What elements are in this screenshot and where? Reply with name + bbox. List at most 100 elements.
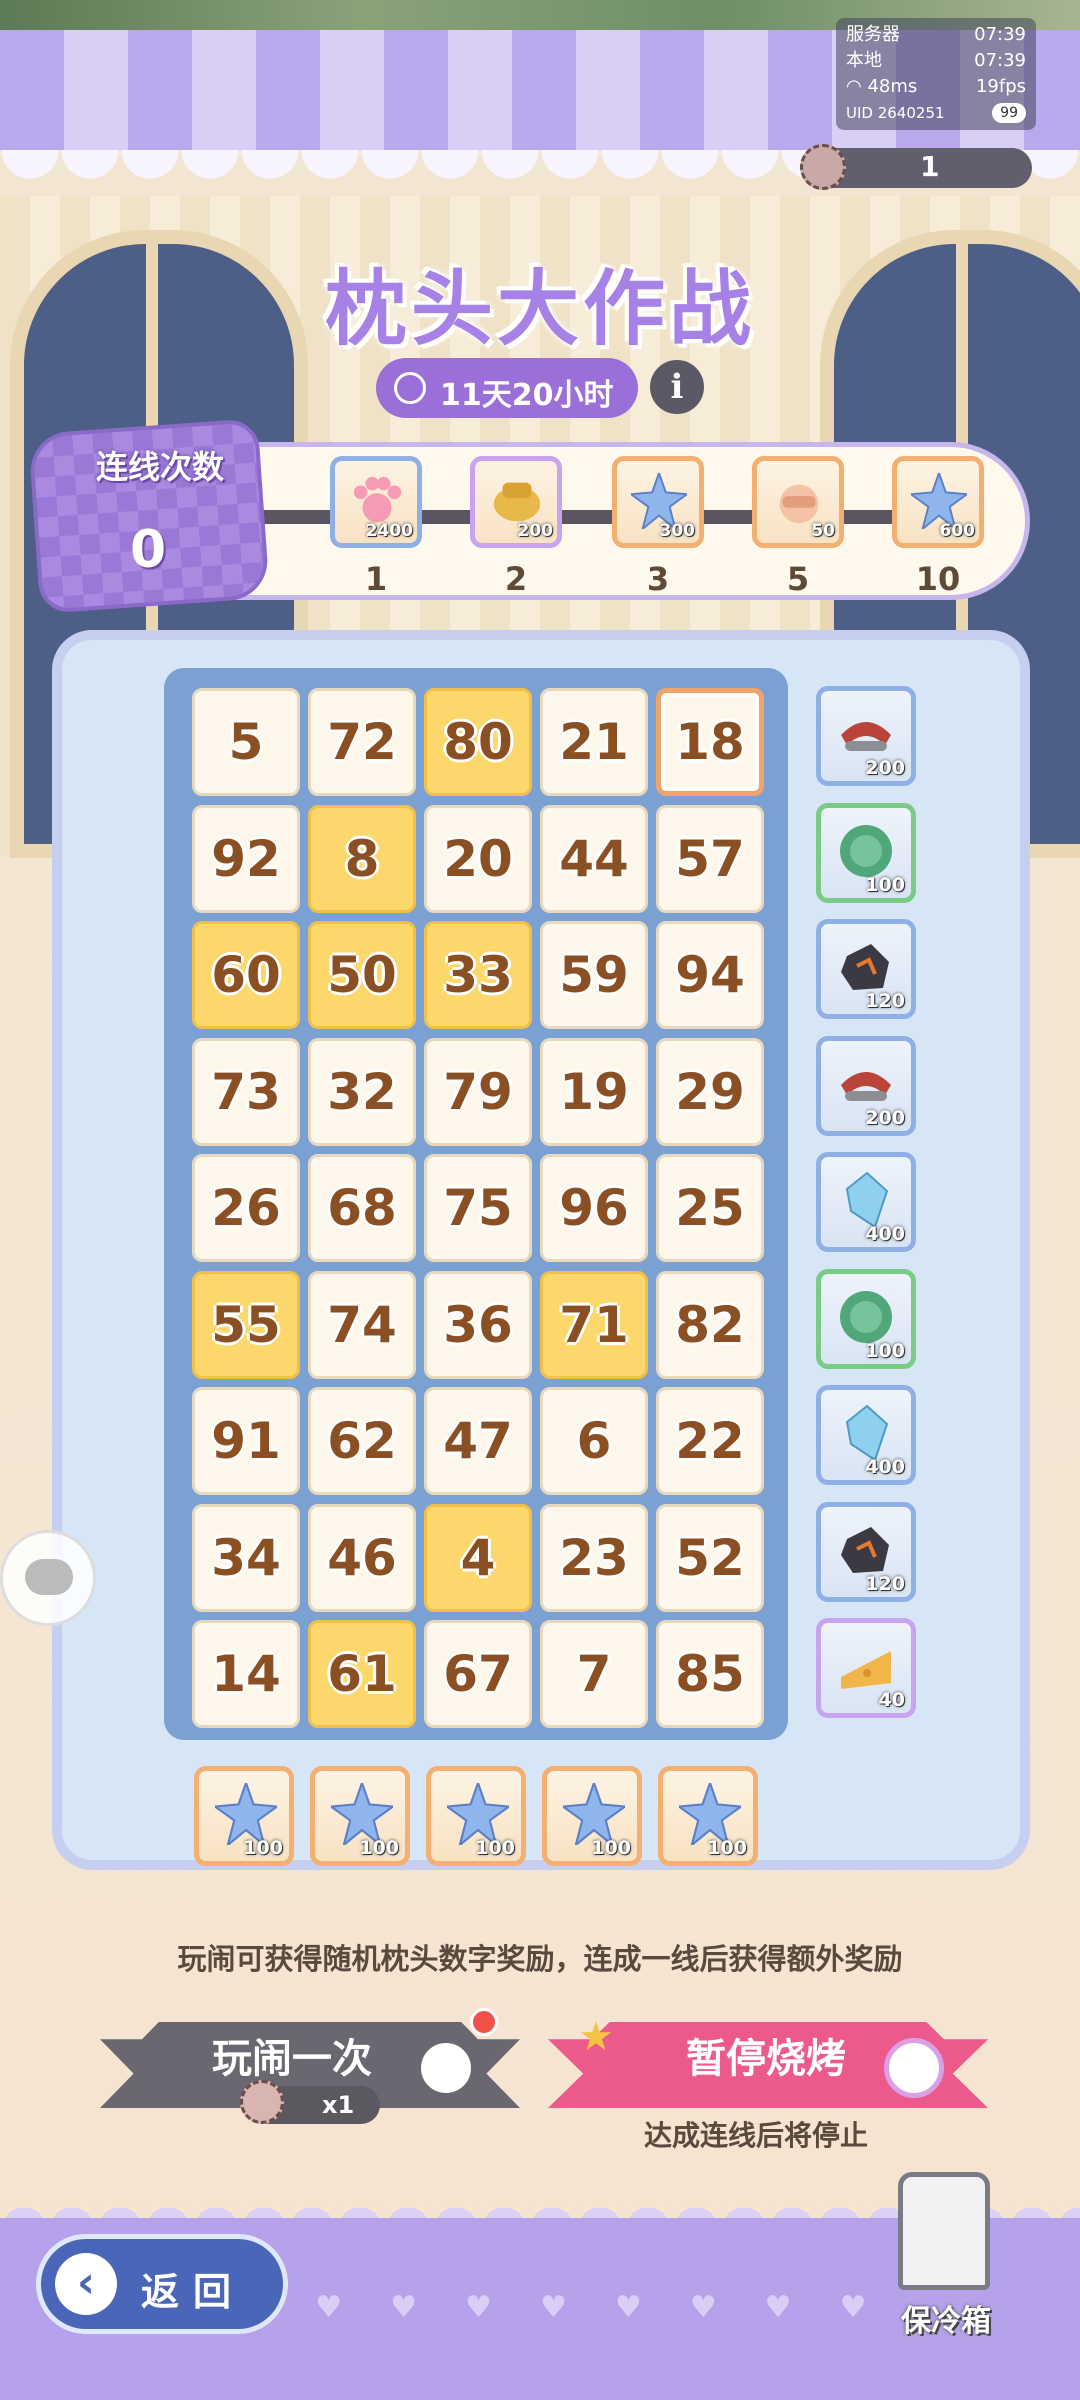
pause-label: 暂停烧烤 (686, 2036, 846, 2082)
milestone-requirement: 5 (786, 560, 810, 598)
board-cell[interactable]: 36 (424, 1271, 532, 1379)
info-button[interactable]: i (650, 360, 704, 414)
back-button[interactable]: ‹ 返回 (36, 2234, 288, 2334)
milestone-reward[interactable]: 600 (892, 456, 984, 548)
board-cell[interactable]: 21 (540, 688, 648, 796)
board-cell[interactable]: 29 (656, 1038, 764, 1146)
board-cell[interactable]: 18 (656, 688, 764, 796)
board-cell[interactable]: 73 (192, 1038, 300, 1146)
row-reward-qty: 100 (865, 1340, 905, 1362)
row-reward-qty: 100 (865, 874, 905, 896)
milestone-qty: 50 (811, 521, 835, 541)
board-cell[interactable]: 4 (424, 1504, 532, 1612)
board-cell[interactable]: 62 (308, 1387, 416, 1495)
row-reward[interactable]: 120 (816, 1502, 916, 1602)
crystal-star-icon (676, 1779, 744, 1848)
row-reward[interactable]: 100 (816, 1269, 916, 1369)
row-reward[interactable]: 120 (816, 919, 916, 1019)
cooler-box-icon (898, 2172, 990, 2290)
board-cell[interactable]: 19 (540, 1038, 648, 1146)
board-cell[interactable]: 7 (540, 1620, 648, 1728)
board-cell[interactable]: 8 (308, 805, 416, 913)
cooler-box-button[interactable]: 保冷箱 (886, 2172, 1006, 2350)
board-cell[interactable]: 92 (192, 805, 300, 913)
board-cell[interactable]: 75 (424, 1154, 532, 1262)
milestone-reward[interactable]: 300 (612, 456, 704, 548)
row-reward[interactable]: 200 (816, 1036, 916, 1136)
board-cell[interactable]: 52 (656, 1504, 764, 1612)
board-cell[interactable]: 14 (192, 1620, 300, 1728)
board-cell[interactable]: 34 (192, 1504, 300, 1612)
milestone-reward[interactable]: 50 (752, 456, 844, 548)
board-cell[interactable]: 68 (308, 1154, 416, 1262)
board-cell[interactable]: 55 (192, 1271, 300, 1379)
column-reward[interactable]: 100 (194, 1766, 294, 1866)
currency-counter[interactable]: 1 (800, 144, 1032, 190)
board-cell[interactable]: 47 (424, 1387, 532, 1495)
red-scarf-icon (837, 1055, 895, 1113)
board-cell[interactable]: 94 (656, 921, 764, 1029)
board-cell[interactable]: 26 (192, 1154, 300, 1262)
pillow-token-icon (800, 144, 846, 190)
board-cell[interactable]: 46 (308, 1504, 416, 1612)
play-once-button[interactable]: 玩闹一次 x1 (100, 2008, 520, 2128)
column-reward-qty: 100 (707, 1837, 747, 1859)
server-time: 07:39 (974, 24, 1026, 45)
milestone-reward[interactable]: 200 (470, 456, 562, 548)
back-label: 返回 (141, 2270, 246, 2314)
board-cell[interactable]: 72 (308, 688, 416, 796)
board-cell[interactable]: 32 (308, 1038, 416, 1146)
status-panel: 服务器 07:39 本地 07:39 ◠ 48ms 19fps UID 2640251… (836, 18, 1036, 130)
row-reward[interactable]: 400 (816, 1152, 916, 1252)
board-cell[interactable]: 50 (308, 921, 416, 1029)
chat-bubble-icon (25, 1559, 73, 1595)
board-cell[interactable]: 5 (192, 688, 300, 796)
row-reward-qty: 40 (878, 1689, 905, 1711)
board-cell[interactable]: 80 (424, 688, 532, 796)
board-cell[interactable]: 82 (656, 1271, 764, 1379)
column-reward[interactable]: 100 (310, 1766, 410, 1866)
milestone-qty: 600 (939, 521, 976, 541)
board-cell[interactable]: 22 (656, 1387, 764, 1495)
board-cell[interactable]: 91 (192, 1387, 300, 1495)
milestone-qty: 300 (659, 521, 696, 541)
crystal-star-icon (212, 1779, 280, 1848)
board-cell[interactable]: 44 (540, 805, 648, 913)
board-cell[interactable]: 74 (308, 1271, 416, 1379)
board-cell[interactable]: 67 (424, 1620, 532, 1728)
board-cell[interactable]: 6 (540, 1387, 648, 1495)
board-cell[interactable]: 85 (656, 1620, 764, 1728)
pillow-token-icon (240, 2080, 284, 2124)
line-counter-pillow: 连线次数 0 (28, 418, 270, 614)
row-reward[interactable]: 40 (816, 1618, 916, 1718)
milestone-requirement: 10 (915, 560, 961, 598)
board-cell[interactable]: 71 (540, 1271, 648, 1379)
board-cell[interactable]: 33 (424, 921, 532, 1029)
lava-ore-icon (837, 1521, 895, 1579)
server-label: 服务器 (846, 24, 900, 45)
column-reward[interactable]: 100 (426, 1766, 526, 1866)
row-reward[interactable]: 200 (816, 686, 916, 786)
column-reward[interactable]: 100 (542, 1766, 642, 1866)
board-cell[interactable]: 96 (540, 1154, 648, 1262)
cheese-icon (837, 1637, 895, 1695)
chat-button[interactable] (0, 1530, 96, 1626)
board-cell[interactable]: 57 (656, 805, 764, 913)
column-reward[interactable]: 100 (658, 1766, 758, 1866)
board-cell[interactable]: 20 (424, 805, 532, 913)
board-cell[interactable]: 60 (192, 921, 300, 1029)
lava-ore-icon (837, 938, 895, 996)
pause-grill-button[interactable]: ★ 暂停烧烤 达成连线后将停止 (548, 2008, 988, 2152)
board-cell[interactable]: 61 (308, 1620, 416, 1728)
board-cell[interactable]: 25 (656, 1154, 764, 1262)
milestone-reward[interactable]: 2400 (330, 456, 422, 548)
row-reward[interactable]: 400 (816, 1385, 916, 1485)
crystal-star-icon (560, 1779, 628, 1848)
row-reward[interactable]: 100 (816, 803, 916, 903)
row-reward-qty: 400 (865, 1223, 905, 1245)
back-arrow-icon: ‹ (55, 2253, 117, 2315)
notification-dot (470, 2008, 498, 2036)
board-cell[interactable]: 23 (540, 1504, 648, 1612)
board-cell[interactable]: 79 (424, 1038, 532, 1146)
board-cell[interactable]: 59 (540, 921, 648, 1029)
